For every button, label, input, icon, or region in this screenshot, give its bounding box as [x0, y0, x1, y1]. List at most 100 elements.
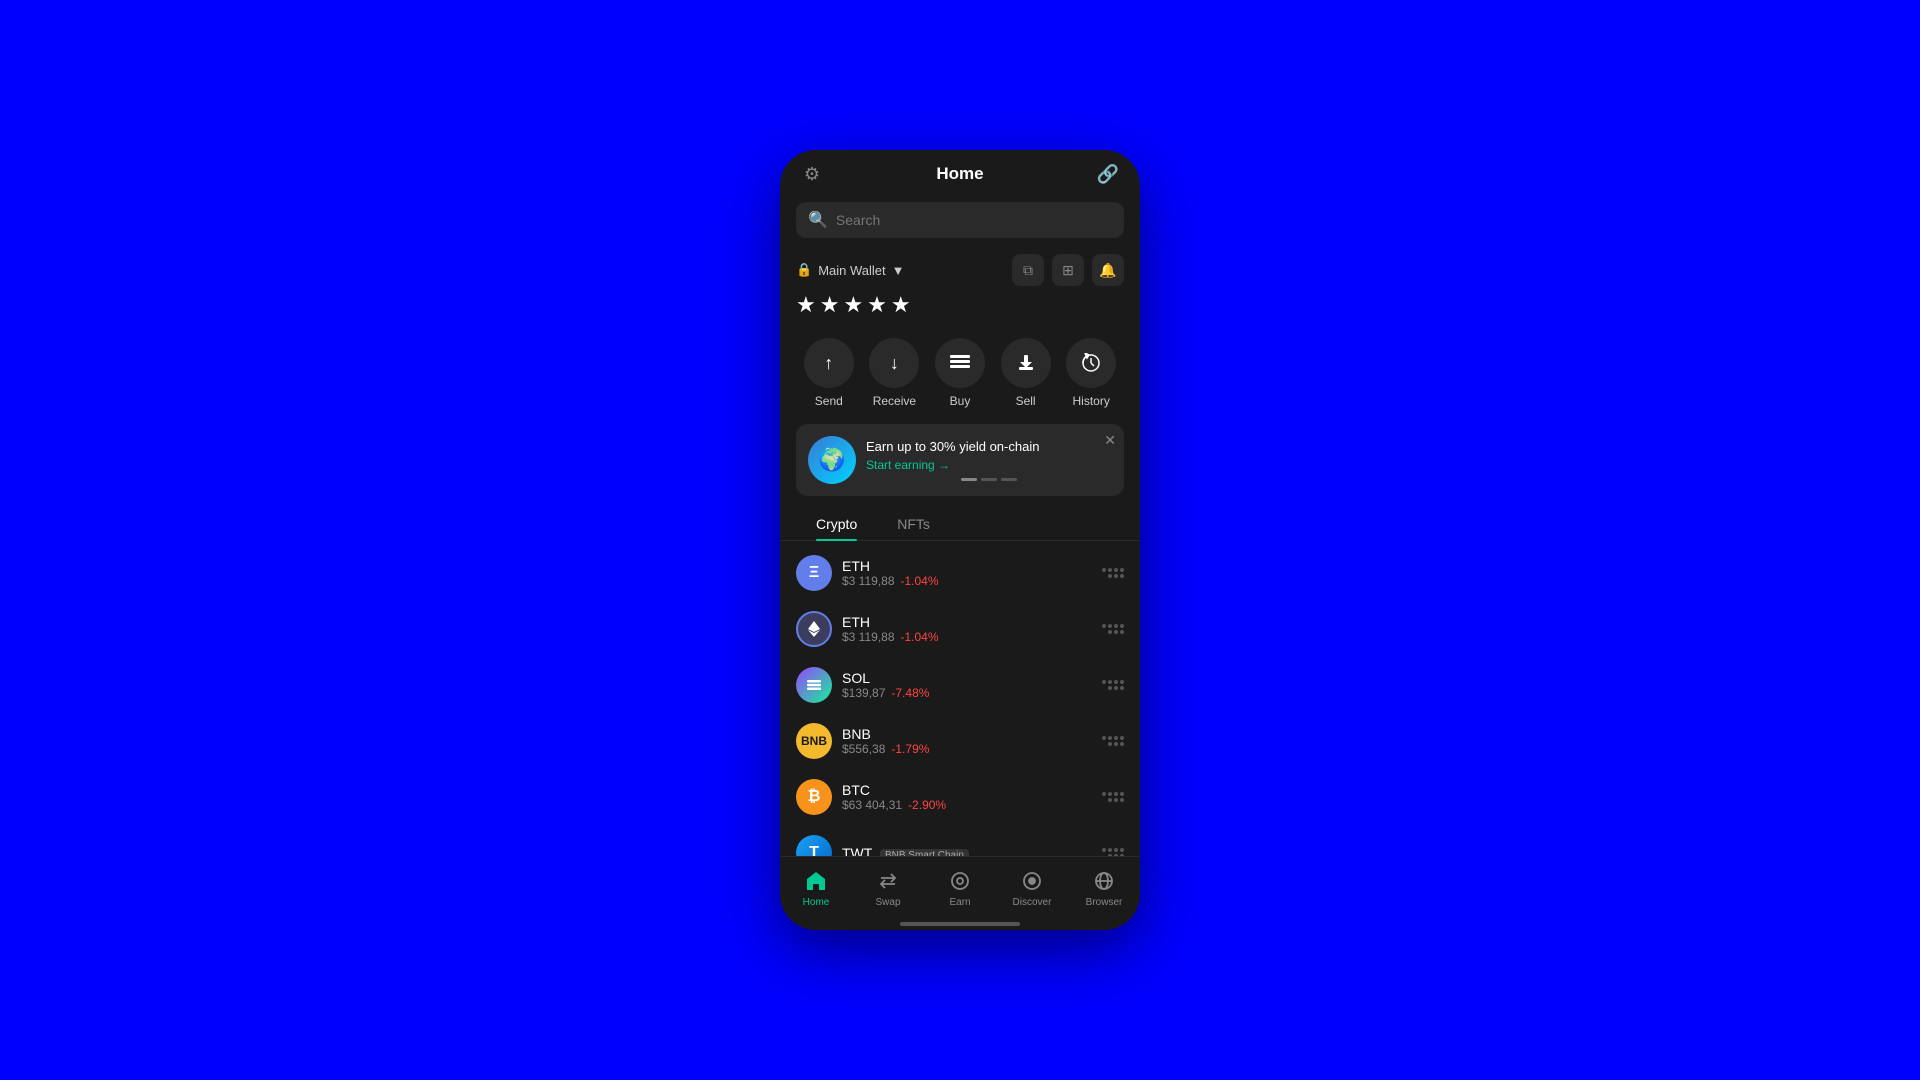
wallet-section: 🔒 Main Wallet ▼ ⧉ ⊞ 🔔: [780, 246, 1140, 290]
link-icon[interactable]: 🔗: [1092, 158, 1124, 190]
btc-symbol: BTC: [842, 782, 1092, 798]
crypto-item-twt[interactable]: T TWT BNB Smart Chain: [780, 825, 1140, 856]
buy-button[interactable]: Buy: [935, 338, 985, 408]
bnb-menu[interactable]: [1102, 736, 1124, 746]
nav-browser[interactable]: Browser: [1068, 865, 1140, 912]
eth-icon-1: Ξ: [796, 555, 832, 591]
balance-amount: ★★★★★: [796, 292, 915, 317]
action-buttons: ↑ Send ↓ Receive Buy: [780, 330, 1140, 420]
sol-change: -7.48%: [891, 686, 929, 700]
receive-label: Receive: [873, 394, 916, 408]
page-title: Home: [936, 164, 983, 184]
home-indicator: [780, 916, 1140, 930]
bell-button[interactable]: 🔔: [1092, 254, 1124, 286]
balance-section: ★★★★★: [780, 290, 1140, 330]
earn-nav-label: Earn: [949, 897, 970, 908]
eth-price-2: $3 119,88: [842, 630, 895, 644]
crypto-item-sol[interactable]: SOL $139,87 -7.48%: [780, 657, 1140, 713]
bnb-price: $556,38: [842, 742, 885, 756]
btc-change: -2.90%: [908, 798, 946, 812]
promo-link[interactable]: Start earning →: [866, 458, 1112, 472]
promo-close-button[interactable]: ✕: [1104, 432, 1116, 449]
eth-menu-1[interactable]: [1102, 568, 1124, 578]
btc-info: BTC $63 404,31 -2.90%: [842, 782, 1092, 812]
tab-nfts[interactable]: NFTs: [877, 508, 950, 540]
bnb-change: -1.79%: [891, 742, 929, 756]
eth-info-1: ETH $3 119,88 -1.04%: [842, 558, 1092, 588]
promo-title: Earn up to 30% yield on-chain: [866, 439, 1112, 454]
promo-image: 🌍: [808, 436, 856, 484]
btc-menu[interactable]: [1102, 792, 1124, 802]
copy-button[interactable]: ⧉: [1012, 254, 1044, 286]
twt-icon: T: [796, 835, 832, 856]
home-nav-icon: [804, 869, 828, 893]
settings-icon[interactable]: ⚙: [796, 158, 828, 190]
bnb-symbol: BNB: [842, 726, 1092, 742]
send-icon: ↑: [804, 338, 854, 388]
bnb-info: BNB $556,38 -1.79%: [842, 726, 1092, 756]
wallet-name[interactable]: 🔒 Main Wallet ▼: [796, 262, 905, 278]
nav-discover[interactable]: Discover: [996, 865, 1068, 912]
search-icon: 🔍: [808, 210, 828, 230]
browser-nav-label: Browser: [1086, 897, 1123, 908]
eth-menu-2[interactable]: [1102, 624, 1124, 634]
eth-change-1: -1.04%: [901, 574, 939, 588]
promo-dot-1: [961, 478, 977, 481]
sol-info: SOL $139,87 -7.48%: [842, 670, 1092, 700]
history-icon: [1066, 338, 1116, 388]
promo-dots: [866, 478, 1112, 481]
history-label: History: [1073, 394, 1110, 408]
eth-icon-2: [796, 611, 832, 647]
nav-home[interactable]: Home: [780, 865, 852, 912]
bnb-icon: BNB: [796, 723, 832, 759]
twt-info: TWT BNB Smart Chain: [842, 845, 1092, 856]
promo-dot-2: [981, 478, 997, 481]
earn-nav-icon: [948, 869, 972, 893]
wallet-actions: ⧉ ⊞ 🔔: [1012, 254, 1124, 286]
bottom-nav: Home Swap Earn: [780, 856, 1140, 916]
wallet-dropdown-icon: ▼: [892, 263, 905, 278]
eth-price-1: $3 119,88: [842, 574, 895, 588]
sell-icon: [1001, 338, 1051, 388]
sol-icon: [796, 667, 832, 703]
buy-label: Buy: [950, 394, 971, 408]
sell-button[interactable]: Sell: [1001, 338, 1051, 408]
buy-icon: [935, 338, 985, 388]
eth-symbol-1: ETH: [842, 558, 1092, 574]
btc-icon: ₿: [796, 779, 832, 815]
browser-nav-icon: [1092, 869, 1116, 893]
twt-menu[interactable]: [1102, 848, 1124, 856]
swap-nav-icon: [876, 869, 900, 893]
twt-symbol: TWT BNB Smart Chain: [842, 845, 1092, 856]
tabs-section: Crypto NFTs: [780, 504, 1140, 541]
search-bar[interactable]: 🔍: [796, 202, 1124, 238]
sol-symbol: SOL: [842, 670, 1092, 686]
btc-price: $63 404,31: [842, 798, 902, 812]
receive-button[interactable]: ↓ Receive: [869, 338, 919, 408]
promo-dot-3: [1001, 478, 1017, 481]
promo-content: Earn up to 30% yield on-chain Start earn…: [866, 439, 1112, 481]
nav-swap[interactable]: Swap: [852, 865, 924, 912]
sol-price: $139,87: [842, 686, 885, 700]
tab-crypto[interactable]: Crypto: [796, 508, 877, 540]
phone-container: ⚙ Home 🔗 🔍 🔒 Main Wallet ▼ ⧉ ⊞ 🔔 ★★★★★ ↑…: [780, 150, 1140, 930]
scan-button[interactable]: ⊞: [1052, 254, 1084, 286]
sol-menu[interactable]: [1102, 680, 1124, 690]
eth-symbol-2: ETH: [842, 614, 1092, 630]
send-button[interactable]: ↑ Send: [804, 338, 854, 408]
discover-nav-icon: [1020, 869, 1044, 893]
search-input[interactable]: [836, 212, 1112, 228]
wallet-icon: 🔒: [796, 262, 812, 278]
nav-earn[interactable]: Earn: [924, 865, 996, 912]
send-label: Send: [815, 394, 843, 408]
home-bar: [900, 922, 1020, 926]
home-nav-label: Home: [803, 897, 830, 908]
eth-change-2: -1.04%: [901, 630, 939, 644]
crypto-item-bnb[interactable]: BNB BNB $556,38 -1.79%: [780, 713, 1140, 769]
crypto-item-eth-2[interactable]: ETH $3 119,88 -1.04%: [780, 601, 1140, 657]
history-button[interactable]: History: [1066, 338, 1116, 408]
crypto-item-eth-1[interactable]: Ξ ETH $3 119,88 -1.04%: [780, 545, 1140, 601]
swap-nav-label: Swap: [875, 897, 900, 908]
promo-banner: ✕ 🌍 Earn up to 30% yield on-chain Start …: [796, 424, 1124, 496]
crypto-item-btc[interactable]: ₿ BTC $63 404,31 -2.90%: [780, 769, 1140, 825]
